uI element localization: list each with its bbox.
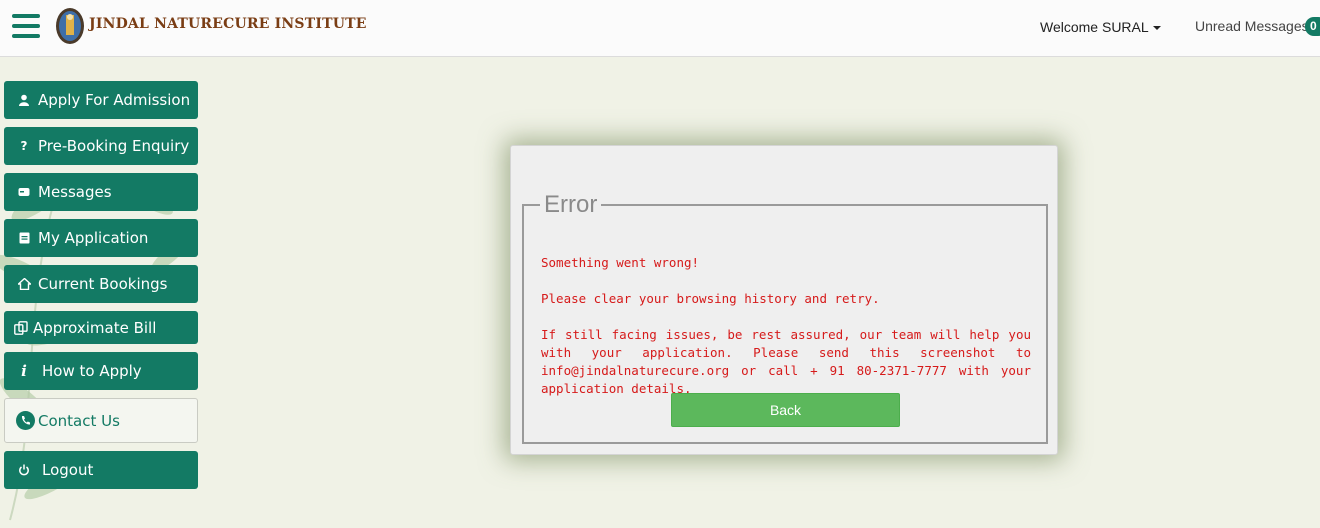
sidebar-item-approximate-bill[interactable]: Approximate Bill [4, 311, 198, 344]
sidebar-item-label: Approximate Bill [33, 318, 157, 337]
dialog-title: Error [540, 192, 602, 218]
sidebar-item-label: Messages [38, 183, 112, 201]
caret-down-icon [1152, 26, 1161, 31]
sidebar-item-label: Logout [42, 461, 94, 479]
sidebar-item-how-to-apply[interactable]: i How to Apply [4, 352, 198, 390]
copy-icon [13, 320, 29, 336]
sidebar-item-label: Pre-Booking Enquiry [38, 137, 190, 155]
error-dialog: Error Something went wrong! Please clear… [510, 145, 1058, 455]
sidebar-item-current-bookings[interactable]: Current Bookings [4, 265, 198, 303]
sidebar-item-messages[interactable]: Messages [4, 173, 198, 211]
unread-count-badge[interactable]: 0 [1305, 17, 1320, 36]
error-message-line2: Please clear your browsing history and r… [541, 291, 880, 306]
welcome-label: Welcome SURAL [1040, 19, 1149, 35]
sidebar-item-label: Apply For Admission [38, 91, 191, 109]
top-header: JINDAL NATURECURE INSTITUTE Welcome SURA… [0, 0, 1320, 57]
brand-name: JINDAL NATURECURE INSTITUTE [89, 16, 367, 32]
question-icon: ? [20, 139, 28, 153]
info-icon: i [21, 362, 27, 380]
back-button[interactable]: Back [671, 393, 900, 427]
unread-messages-link[interactable]: Unread Messages [1195, 18, 1309, 34]
error-message-line3: If still facing issues, be rest assured,… [541, 327, 1031, 396]
sidebar-item-my-application[interactable]: My Application [4, 219, 198, 257]
welcome-dropdown[interactable]: Welcome SURAL [1040, 19, 1161, 35]
error-fieldset: Error Something went wrong! Please clear… [522, 192, 1048, 444]
home-icon [16, 276, 32, 292]
user-icon [16, 92, 32, 108]
sidebar-item-label: How to Apply [42, 362, 142, 380]
sidebar-item-logout[interactable]: Logout [4, 451, 198, 489]
sidebar-item-pre-booking-enquiry[interactable]: ? Pre-Booking Enquiry [4, 127, 198, 165]
institute-logo [56, 8, 84, 44]
sidebar-item-label: Contact Us [38, 411, 120, 430]
phone-icon [16, 411, 35, 430]
error-message-line1: Something went wrong! [541, 255, 700, 270]
message-icon [16, 184, 32, 200]
sidebar-item-label: Current Bookings [38, 275, 168, 293]
power-icon [16, 462, 32, 478]
sidebar-item-label: My Application [38, 229, 149, 247]
sidebar-item-contact-us[interactable]: Contact Us [4, 398, 198, 443]
document-icon [16, 230, 32, 246]
sidebar-item-apply-for-admission[interactable]: Apply For Admission [4, 81, 198, 119]
hamburger-menu-icon[interactable] [12, 14, 40, 40]
